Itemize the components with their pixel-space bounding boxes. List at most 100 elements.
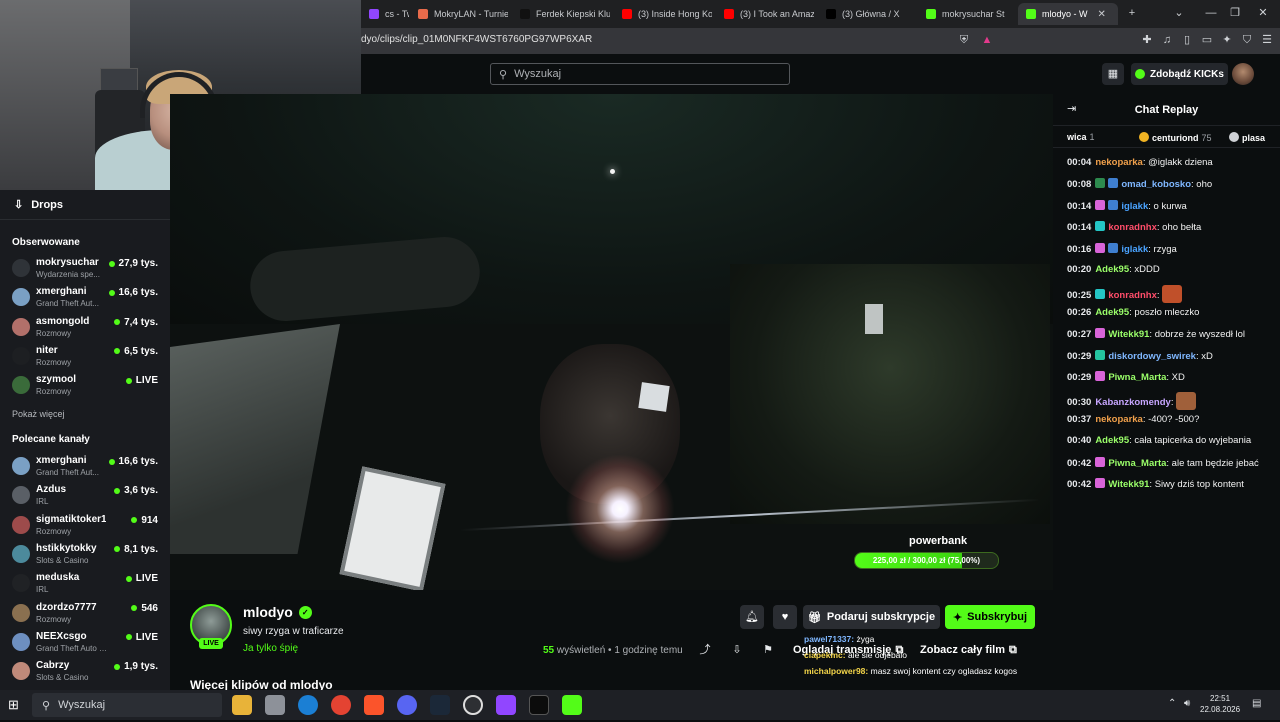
sidebar-channel[interactable]: sigmatiktoker1959Rozmowy 914 (12, 514, 162, 540)
sidebar-channel[interactable]: xmerghani Grand Theft Aut... 16,6 tys. (12, 286, 162, 312)
sidebar-channel[interactable]: niter Rozmowy 6,5 tys. (12, 345, 162, 371)
kick-app-icon[interactable] (562, 695, 582, 715)
browser-tab[interactable]: Ferdek Kiepski Klu (512, 3, 610, 25)
browser-tab[interactable]: mlodyo - W ✕ (1018, 3, 1118, 25)
notifications-icon[interactable]: ▤ (1252, 698, 1261, 709)
follow-button[interactable]: ♥ (773, 605, 797, 629)
chat-username[interactable]: Kabanzkomendy (1095, 397, 1171, 408)
overlay-chat-line: michalpower98: masz swoj kontent czy ogl… (804, 666, 1017, 676)
tab-search-icon[interactable]: ⌄ (1172, 6, 1186, 20)
sidebar-channel[interactable]: szymool Rozmowy LIVE (12, 374, 162, 400)
category-link[interactable]: Ja tylko śpię (243, 643, 298, 654)
chat-username[interactable]: nekoparka (1095, 414, 1143, 425)
brave-shield-icon[interactable]: ⛨ (957, 33, 971, 47)
star-icon: ✦ (952, 611, 963, 624)
chat-username[interactable]: konradnhx (1108, 222, 1157, 233)
streamer-name[interactable]: mlodyo ✓ (243, 604, 312, 620)
subscribe-button[interactable]: ✦ Subskrybuj (945, 605, 1035, 629)
collapse-chat-icon[interactable]: ⇥ (1067, 102, 1081, 116)
chrome-icon[interactable] (331, 695, 351, 715)
chat-username[interactable]: omad_kobosko (1121, 179, 1191, 190)
sidebar-channel[interactable]: NEEXcsgo Grand Theft Auto V (... LIVE (12, 631, 162, 657)
sidebar-channel[interactable]: xmerghani Grand Theft Aut... 16,6 tys. (12, 455, 162, 481)
chat-username[interactable]: konradnhx (1108, 290, 1157, 301)
edge-icon[interactable] (298, 695, 318, 715)
browser-tab[interactable]: (3) Inside Hong Ko (614, 3, 712, 25)
browser-tab[interactable]: mokrysuchar St (918, 3, 1014, 25)
chat-username[interactable]: Adek95 (1095, 435, 1129, 446)
menu-icon[interactable]: ☰ (1260, 33, 1274, 47)
file-explorer-icon[interactable] (232, 695, 252, 715)
chat-username[interactable]: nekoparka (1095, 157, 1143, 168)
minimize-icon[interactable]: — (1204, 6, 1218, 20)
chat-text: Siwy dziś top kontent (1154, 479, 1244, 490)
browser-tab[interactable]: (3) Główna / X (818, 3, 914, 25)
new-tab-icon[interactable]: + (1125, 6, 1139, 20)
gift-subs-button[interactable]: 🎁︎ Podaruj subskrypcje (803, 605, 940, 629)
terminal-icon[interactable] (529, 695, 549, 715)
sidebar-channel[interactable]: dzordzo7777 Rozmowy 546 (12, 602, 162, 628)
chat-username[interactable]: iglakk (1121, 244, 1148, 255)
share-icon[interactable]: ⤴ (695, 640, 715, 660)
layout-icon[interactable]: ▦ (1102, 63, 1124, 85)
close-window-icon[interactable]: ✕ (1256, 6, 1270, 20)
volume-icon[interactable]: 🔊︎ (1184, 698, 1190, 709)
steam-icon[interactable] (430, 695, 450, 715)
get-kicks-button[interactable]: Zdobądź KICKs (1131, 63, 1228, 85)
chat-username[interactable]: Adek95 (1095, 264, 1129, 275)
chat-username[interactable]: diskordowy_swirek (1108, 351, 1196, 362)
chat-username[interactable]: Witekk91 (1108, 479, 1149, 490)
sidebar-channel[interactable]: mokrysuchar Wydarzenia spe... 27,9 tys. (12, 257, 162, 283)
channel-category: Grand Theft Aut... (36, 299, 99, 309)
search-input[interactable]: ⚲ Wyszukaj (490, 63, 790, 85)
app-icon[interactable] (265, 695, 285, 715)
sidebar-channel[interactable]: meduska IRL LIVE (12, 572, 162, 598)
chat-username[interactable]: Piwna_Marta (1108, 458, 1166, 469)
show-more-link[interactable]: Pokaż więcej (12, 409, 65, 419)
twitch-app-icon[interactable] (496, 695, 516, 715)
taskbar-clock[interactable]: 22:51 22.08.2026 (1200, 693, 1240, 715)
leo-ai-icon[interactable]: ✦ (1220, 33, 1234, 47)
chat-username[interactable]: iglakk (1121, 201, 1148, 212)
browser-tab[interactable]: (3) I Took an Amaz (716, 3, 814, 25)
chat-text: o kurwa (1153, 200, 1187, 212)
chat-timestamp: 00:14 (1067, 222, 1092, 234)
sidebar-channel[interactable]: asmongold Rozmowy 7,4 tys. (12, 316, 162, 342)
taskbar-search[interactable]: ⚲ Wyszukaj (32, 693, 222, 717)
drops-link[interactable]: ⇩ Drops (0, 190, 170, 220)
discord-icon[interactable] (397, 695, 417, 715)
brave-rewards-icon[interactable]: ▲ (980, 33, 994, 47)
notifications-button[interactable]: 🔔︎ (740, 605, 764, 629)
video-player[interactable] (170, 94, 1053, 590)
get-kicks-label: Zdobądź KICKs (1150, 68, 1224, 80)
close-tab-icon[interactable]: ✕ (1098, 9, 1106, 20)
streamer-name-text[interactable]: mlodyo (243, 604, 293, 620)
browser-tab[interactable]: cs - Twitch (361, 3, 409, 25)
tray-chevron-icon[interactable]: ⌃ (1168, 698, 1176, 709)
sidebar-channel[interactable]: hstikkytokky Slots & Casino 8,1 tys. (12, 543, 162, 569)
chat-username[interactable]: Witekk91 (1108, 329, 1149, 340)
chat-message: 00:20 Adek95: xDDD (1067, 264, 1277, 275)
report-icon[interactable]: ⚑ (758, 640, 778, 660)
extensions-icon[interactable]: ✚ (1140, 33, 1154, 47)
chat-timestamp: 00:27 (1067, 329, 1092, 341)
sidebar-channel[interactable]: Cabrzy Slots & Casino 1,9 tys. (12, 660, 162, 686)
url-field[interactable]: dyo/clips/clip_01M0NFKF4WST6760PG97WP6XA… (361, 34, 592, 45)
chat-username[interactable]: Adek95 (1095, 307, 1129, 318)
maximize-icon[interactable]: ❐ (1228, 6, 1242, 20)
channel-name: szymool (36, 374, 77, 386)
browser-tab[interactable]: MokryLAN - Turnie (410, 3, 508, 25)
obs-icon[interactable] (463, 695, 483, 715)
vpn-icon[interactable]: ⛉ (1240, 33, 1254, 47)
sidebar-icon[interactable]: ▯ (1180, 33, 1194, 47)
music-icon[interactable]: ♫ (1160, 33, 1174, 47)
start-icon[interactable]: ⊞ (8, 698, 22, 712)
brave-icon[interactable] (364, 695, 384, 715)
chat-username[interactable]: Piwna_Marta (1108, 372, 1166, 383)
sidebar-channel[interactable]: Azdus IRL 3,6 tys. (12, 484, 162, 510)
user-avatar[interactable] (1232, 63, 1254, 85)
chat-emote-icon (1176, 392, 1197, 411)
wallet-icon[interactable]: ▭ (1200, 33, 1214, 47)
tab-label: Ferdek Kiepski Klu (536, 9, 610, 19)
download-icon[interactable]: ⇩ (727, 640, 747, 660)
